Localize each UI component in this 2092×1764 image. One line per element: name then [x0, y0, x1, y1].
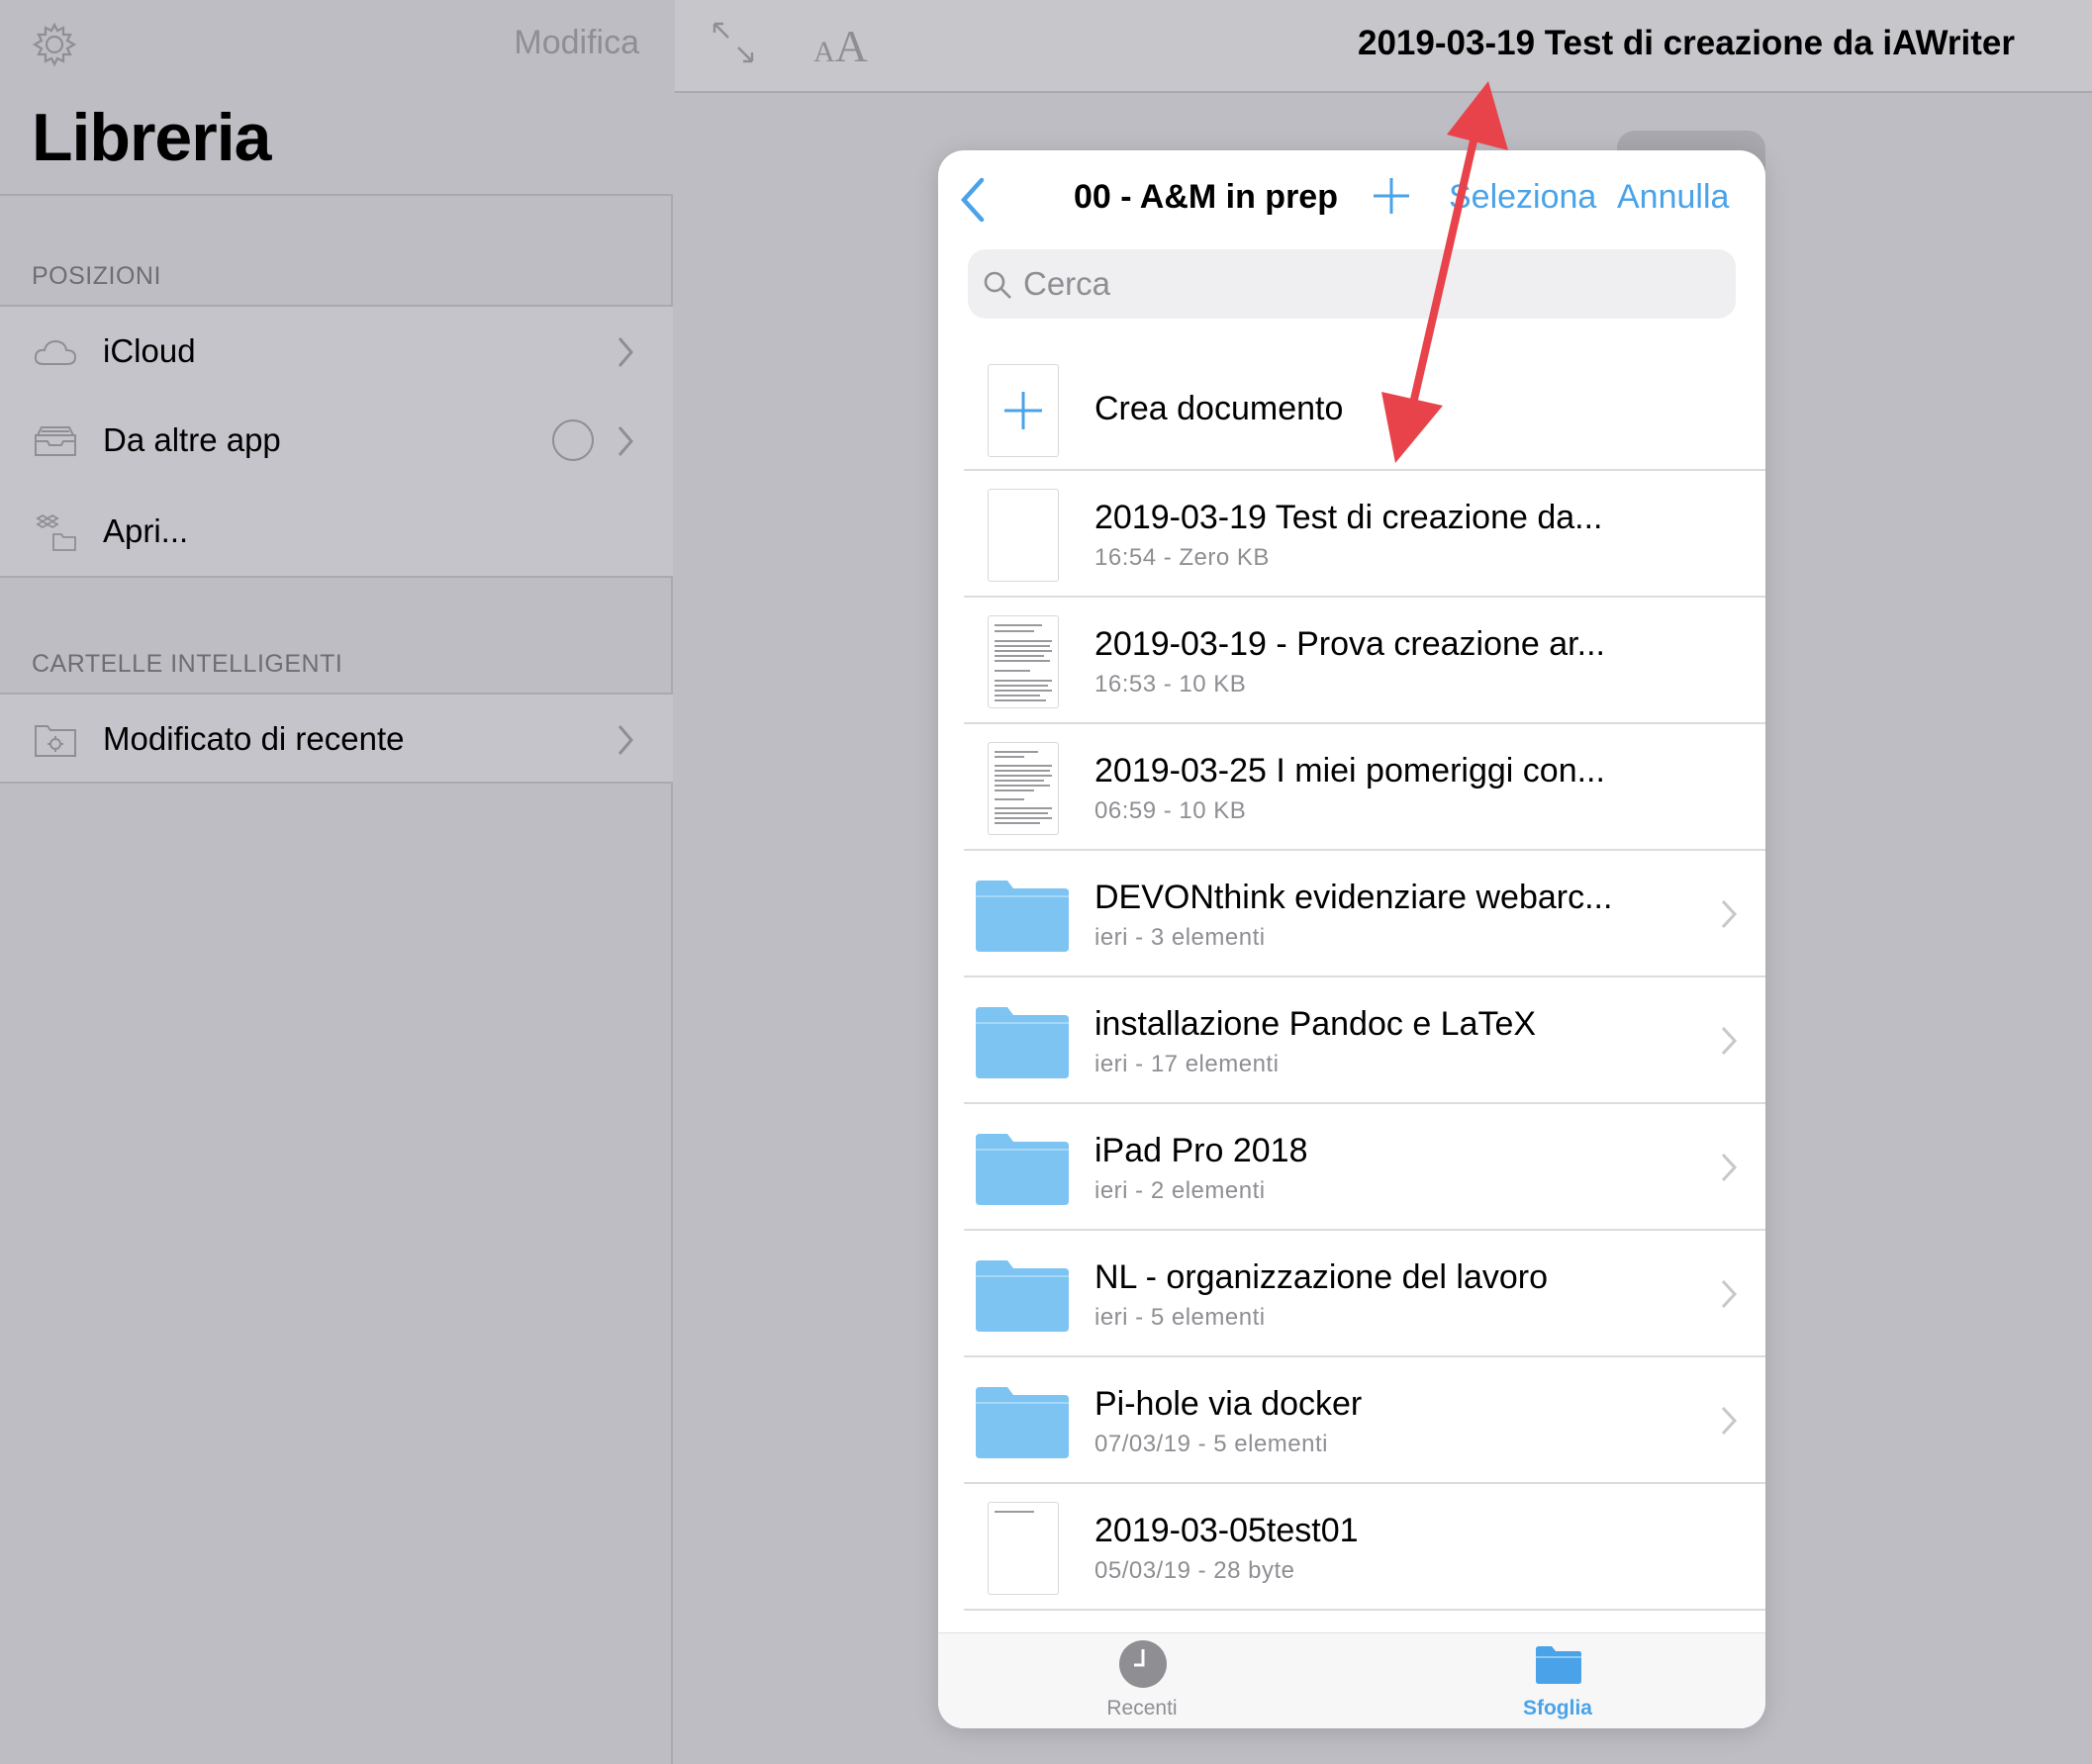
sidebar-item-label: Da altre app: [103, 421, 281, 458]
document-thumbnail: [988, 742, 1059, 835]
chevron-right-icon: [1721, 899, 1738, 929]
sidebar-item-icloud[interactable]: iCloud: [0, 305, 673, 398]
sidebar: Modifica Libreria POSIZIONI iCloud Da al…: [0, 0, 673, 1764]
tray-icon: [35, 426, 76, 456]
item-name: NL - organizzazione del lavoro: [1094, 1258, 1548, 1296]
item-name: Pi-hole via docker: [1094, 1385, 1363, 1423]
list-item[interactable]: installazione Pandoc e LaTeX ieri - 17 e…: [938, 977, 1765, 1104]
folder-icon: [976, 1387, 1069, 1458]
expand-icon[interactable]: [711, 20, 756, 65]
tab-label: Sfoglia: [1522, 1697, 1592, 1719]
tab-label: Recenti: [1106, 1697, 1178, 1719]
document-thumbnail: [988, 1502, 1059, 1595]
folder-icon: [976, 1134, 1069, 1205]
item-meta: 16:53 - 10 KB: [1094, 671, 1247, 697]
picker-nav-bar: 00 - A&M in prep Seleziona Annulla: [938, 150, 1765, 245]
item-meta: 16:54 - Zero KB: [1094, 544, 1270, 571]
section-label-locations: POSIZIONI: [32, 262, 161, 290]
editor-toolbar: AA 2019-03-19 Test di creazione da iAWri…: [675, 0, 2092, 93]
item-name: iPad Pro 2018: [1094, 1132, 1308, 1169]
list-item[interactable]: 2019-03-05test01 05/03/19 - 28 byte: [938, 1484, 1765, 1611]
section-label-smart-folders: CARTELLE INTELLIGENTI: [32, 650, 343, 678]
font-size-icon[interactable]: AA: [813, 20, 868, 72]
file-list: Crea documento 2019-03-19 Test di creazi…: [938, 344, 1765, 1611]
tab-browse[interactable]: Sfoglia: [1459, 1633, 1657, 1728]
item-meta: 05/03/19 - 28 byte: [1094, 1557, 1295, 1584]
list-item[interactable]: Pi-hole via docker 07/03/19 - 5 elementi: [938, 1357, 1765, 1484]
document-thumbnail: [988, 489, 1059, 582]
list-item[interactable]: 2019-03-25 I miei pomeriggi con... 06:59…: [938, 724, 1765, 851]
row-divider: [964, 1609, 1765, 1611]
sidebar-header: Modifica Libreria: [0, 0, 673, 196]
list-item[interactable]: iPad Pro 2018 ieri - 2 elementi: [938, 1104, 1765, 1231]
create-document-box: [988, 364, 1059, 457]
item-meta: 07/03/19 - 5 elementi: [1094, 1431, 1328, 1457]
chevron-right-icon: [1721, 1153, 1738, 1182]
sidebar-item-label: Modificato di recente: [103, 720, 405, 757]
item-meta: ieri - 3 elementi: [1094, 924, 1266, 951]
clock-icon: [1119, 1640, 1167, 1688]
item-meta: ieri - 2 elementi: [1094, 1177, 1266, 1204]
folder-icon: [1536, 1646, 1581, 1684]
chevron-right-icon: [618, 337, 633, 367]
dropbox-folder-icon: [36, 513, 76, 551]
list-item[interactable]: DEVONthink evidenziare webarc... ieri - …: [938, 851, 1765, 977]
select-button[interactable]: Seleziona: [1449, 178, 1596, 217]
file-picker-popover: 00 - A&M in prep Seleziona Annulla Crea …: [938, 150, 1765, 1728]
item-meta: ieri - 17 elementi: [1094, 1051, 1280, 1077]
chevron-right-icon: [1721, 1406, 1738, 1436]
search-icon: [984, 271, 1011, 299]
chevron-right-icon: [1721, 1279, 1738, 1309]
gear-icon[interactable]: [32, 22, 77, 67]
list-item[interactable]: NL - organizzazione del lavoro ieri - 5 …: [938, 1231, 1765, 1357]
chevron-right-icon: [618, 426, 633, 456]
chevron-right-icon: [1721, 1026, 1738, 1056]
back-chevron-icon[interactable]: [958, 176, 988, 224]
folder-icon: [976, 1007, 1069, 1078]
folder-icon: [976, 1260, 1069, 1332]
create-document-label: Crea documento: [1094, 390, 1344, 427]
sidebar-item-open[interactable]: Apri...: [0, 487, 673, 578]
item-name: DEVONthink evidenziare webarc...: [1094, 879, 1613, 916]
cloud-icon: [34, 339, 77, 365]
create-document-row[interactable]: Crea documento: [938, 344, 1765, 471]
item-name: 2019-03-19 - Prova creazione ar...: [1094, 625, 1605, 663]
cancel-button[interactable]: Annulla: [1617, 178, 1729, 217]
item-name: 2019-03-19 Test di creazione da...: [1094, 499, 1603, 536]
document-thumbnail: [988, 615, 1059, 708]
item-meta: ieri - 5 elementi: [1094, 1304, 1266, 1331]
document-title: 2019-03-19 Test di creazione da iAWriter: [1358, 24, 2015, 62]
toggle-circle[interactable]: [552, 419, 594, 461]
item-meta: 06:59 - 10 KB: [1094, 797, 1247, 824]
item-name: installazione Pandoc e LaTeX: [1094, 1005, 1537, 1043]
tab-bar: Recenti Sfoglia: [938, 1632, 1765, 1728]
tab-recent[interactable]: Recenti: [1043, 1633, 1241, 1728]
sidebar-item-label: iCloud: [103, 332, 196, 369]
sidebar-item-label: Apri...: [103, 512, 189, 549]
list-item[interactable]: 2019-03-19 Test di creazione da... 16:54…: [938, 471, 1765, 598]
list-item[interactable]: 2019-03-19 - Prova creazione ar... 16:53…: [938, 598, 1765, 724]
search-input[interactable]: [1023, 259, 1716, 309]
library-title: Libreria: [32, 100, 271, 175]
chevron-right-icon: [618, 725, 633, 755]
plus-icon: [1004, 392, 1042, 429]
item-name: 2019-03-25 I miei pomeriggi con...: [1094, 752, 1605, 789]
sidebar-item-recently-modified[interactable]: Modificato di recente: [0, 693, 673, 784]
new-folder-plus-icon[interactable]: [1372, 176, 1411, 216]
folder-icon: [976, 881, 1069, 952]
edit-button[interactable]: Modifica: [514, 24, 639, 62]
item-name: 2019-03-05test01: [1094, 1512, 1359, 1549]
sidebar-item-other-apps[interactable]: Da altre app: [0, 396, 673, 489]
search-field[interactable]: [968, 249, 1736, 319]
folder-title: 00 - A&M in prep: [1074, 178, 1338, 216]
smart-folder-icon: [35, 725, 76, 757]
